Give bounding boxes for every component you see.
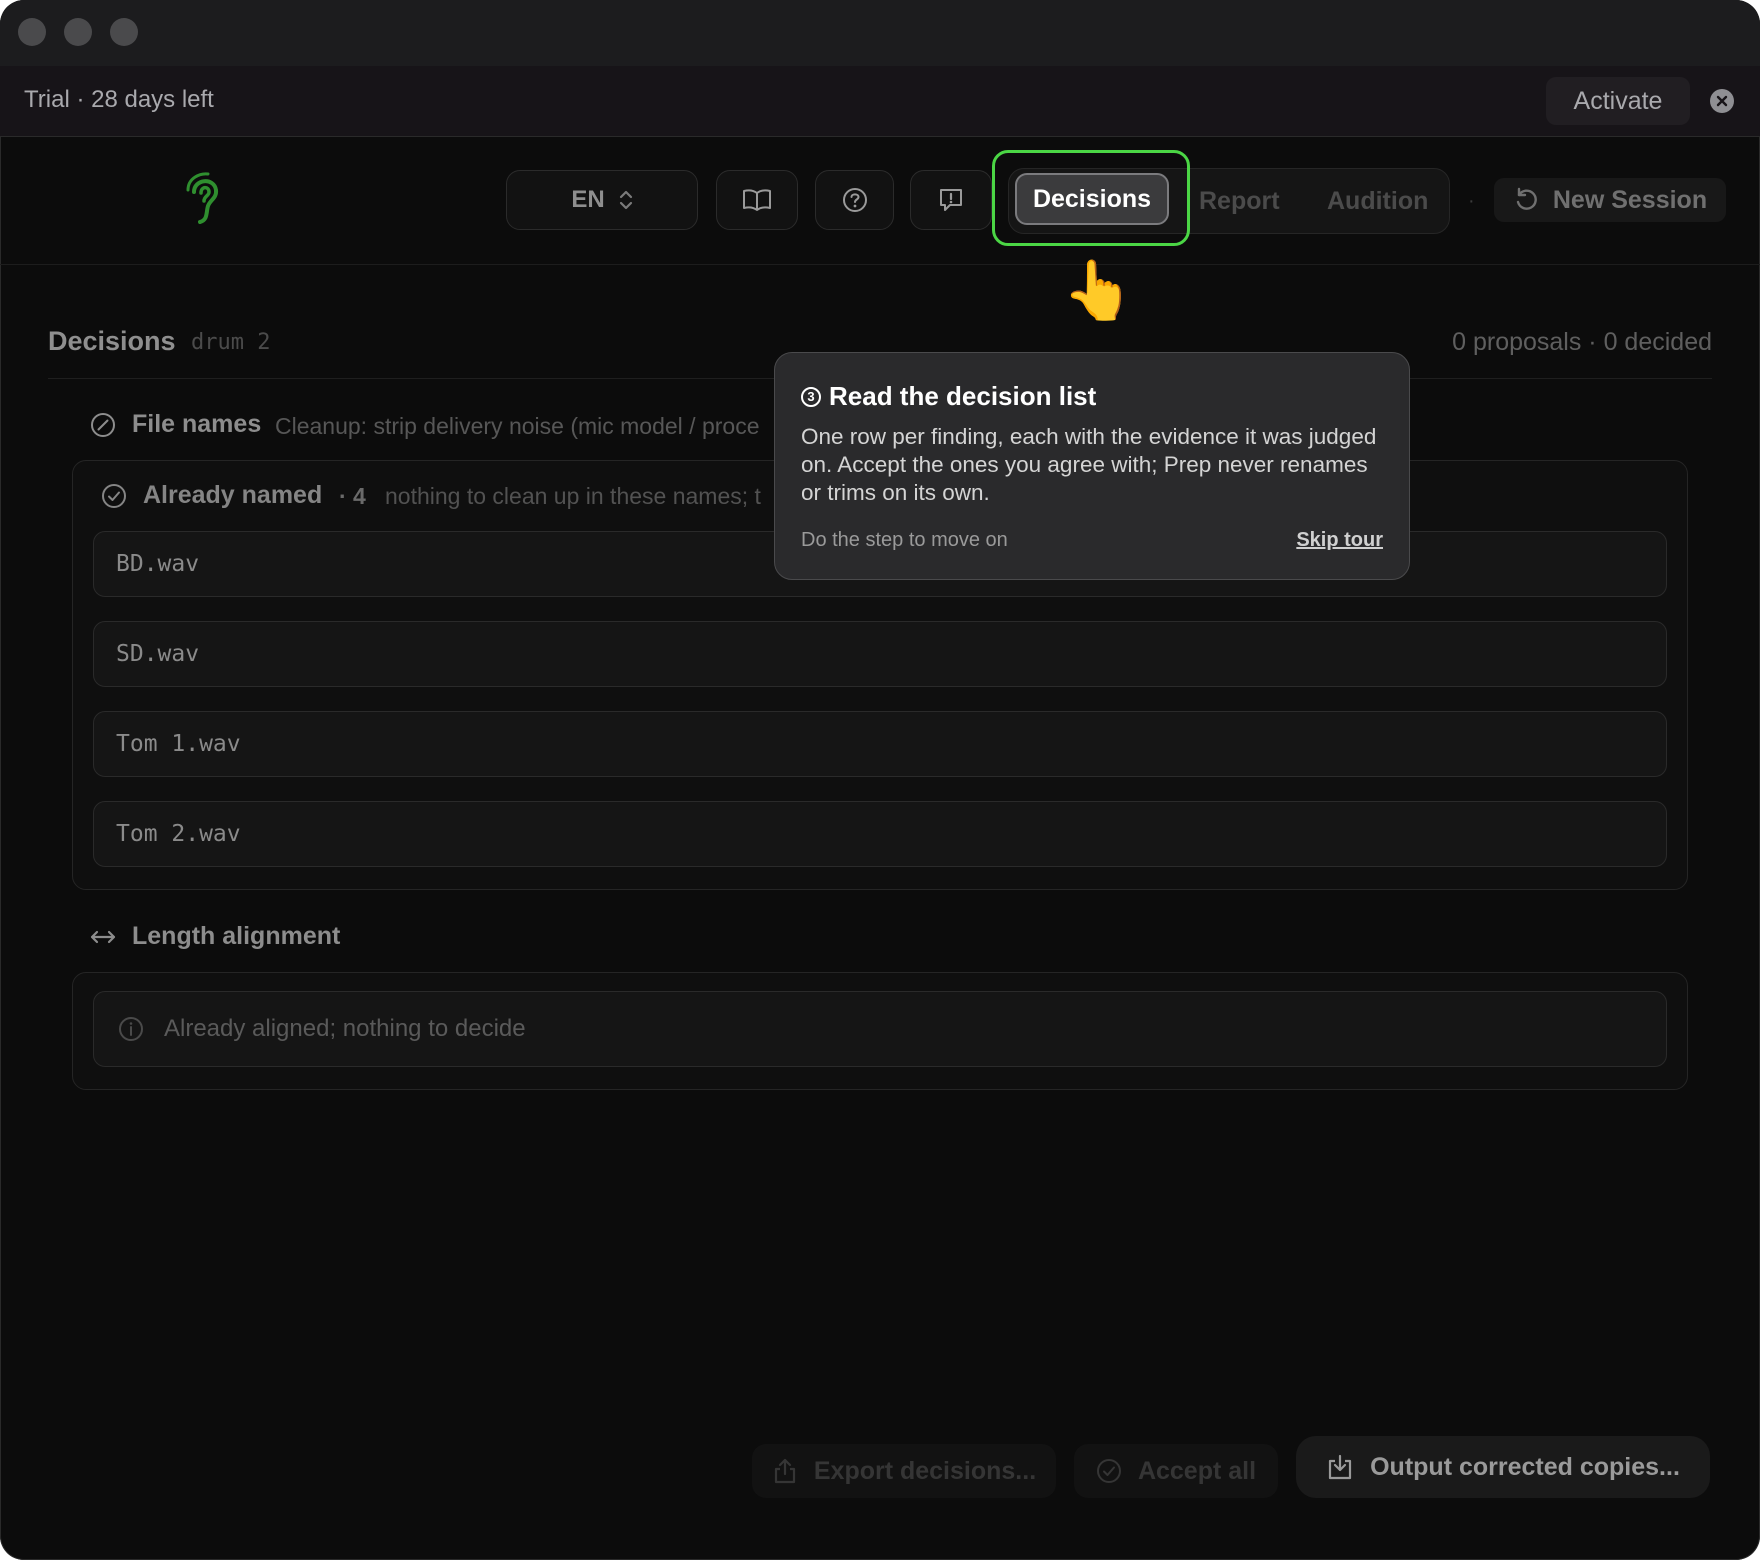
tour-title-text: Read the decision list — [829, 381, 1097, 411]
check-circle-icon — [1096, 1459, 1121, 1483]
book-icon — [743, 189, 771, 211]
check-circle-icon — [102, 483, 126, 508]
accept-all-label: Accept all — [1137, 1456, 1257, 1485]
question-circle-icon — [842, 188, 867, 212]
window-zoom-button[interactable] — [110, 18, 138, 46]
length-alignment-label: Length alignment — [132, 922, 341, 950]
slash-circle-icon — [91, 412, 115, 437]
ear-logo-icon — [186, 172, 219, 224]
app-window: Trial · 28 days left Activate EN Report … — [0, 0, 1760, 1560]
window-close-button[interactable] — [18, 18, 46, 46]
file-names-label: File names — [132, 410, 262, 438]
accept-all-button[interactable]: Accept all — [1074, 1444, 1278, 1498]
new-session-label: New Session — [1552, 185, 1708, 214]
file-names-group-title: File names — [90, 410, 261, 439]
session-name: drum 2 — [191, 330, 271, 355]
pointing-hand-icon: 👆 — [1062, 258, 1135, 323]
tour-body: One row per finding, each with the evide… — [801, 424, 1377, 505]
page-title: Decisions — [48, 326, 176, 356]
file-names-description: Cleanup: strip delivery noise (mic model… — [275, 413, 760, 439]
aligned-info-row: Already aligned; nothing to decide — [93, 991, 1667, 1067]
output-corrected-copies-button[interactable]: Output corrected copies... — [1296, 1436, 1710, 1498]
manual-button[interactable] — [716, 170, 798, 230]
dismiss-banner-button[interactable] — [1710, 89, 1734, 113]
already-named-label: Already named — [143, 481, 323, 509]
feedback-button[interactable] — [910, 170, 992, 230]
language-value: EN — [571, 186, 605, 213]
length-alignment-panel: Already aligned; nothing to decide — [72, 972, 1688, 1090]
file-row: SD.wav — [93, 621, 1667, 687]
toolbar-separator: · — [1468, 190, 1475, 212]
trial-banner: Trial · 28 days left Activate — [0, 66, 1760, 137]
activate-button[interactable]: Activate — [1546, 77, 1690, 125]
restart-icon — [1516, 187, 1537, 210]
new-session-button[interactable]: New Session — [1494, 178, 1726, 222]
file-row: Tom 2.wav — [93, 801, 1667, 867]
arrows-horizontal-icon — [90, 930, 116, 943]
already-named-description: nothing to clean up in these names; t — [385, 483, 761, 509]
export-decisions-label: Export decisions... — [813, 1456, 1037, 1485]
info-icon — [119, 1017, 143, 1041]
tab-decisions[interactable]: Decisions — [1015, 173, 1169, 225]
already-named-title: Already named — [101, 481, 322, 510]
aligned-message: Already aligned; nothing to decide — [164, 1015, 526, 1042]
title-bar — [0, 0, 1760, 66]
already-named-count: · 4 — [339, 483, 366, 509]
language-select[interactable]: EN — [506, 170, 698, 230]
tab-audition[interactable]: Audition — [1327, 187, 1428, 216]
tour-tooltip: 3 Read the decision list One row per fin… — [774, 352, 1410, 580]
share-icon — [774, 1458, 795, 1484]
length-alignment-group-title: Length alignment — [90, 922, 340, 951]
chevron-up-down-icon — [619, 190, 632, 210]
help-button[interactable] — [815, 170, 894, 230]
download-tray-icon — [1329, 1454, 1352, 1480]
decision-summary: 0 proposals · 0 decided — [1452, 328, 1712, 356]
trial-status-text: Trial · 28 days left — [24, 86, 214, 113]
tour-hint: Do the step to move on — [801, 529, 1008, 551]
file-row: Tom 1.wav — [93, 711, 1667, 777]
export-decisions-button[interactable]: Export decisions... — [752, 1444, 1056, 1498]
toolbar: EN Report Audition · New Session — [0, 136, 1760, 265]
tour-title: 3 Read the decision list — [801, 381, 1096, 412]
tour-step-number: 3 — [801, 386, 821, 407]
skip-tour-link[interactable]: Skip tour — [1296, 529, 1383, 552]
output-corrected-copies-label: Output corrected copies... — [1370, 1452, 1680, 1481]
tab-report[interactable]: Report — [1199, 187, 1280, 216]
close-icon — [1716, 95, 1728, 107]
feedback-bubble-icon — [940, 189, 962, 211]
window-minimize-button[interactable] — [64, 18, 92, 46]
